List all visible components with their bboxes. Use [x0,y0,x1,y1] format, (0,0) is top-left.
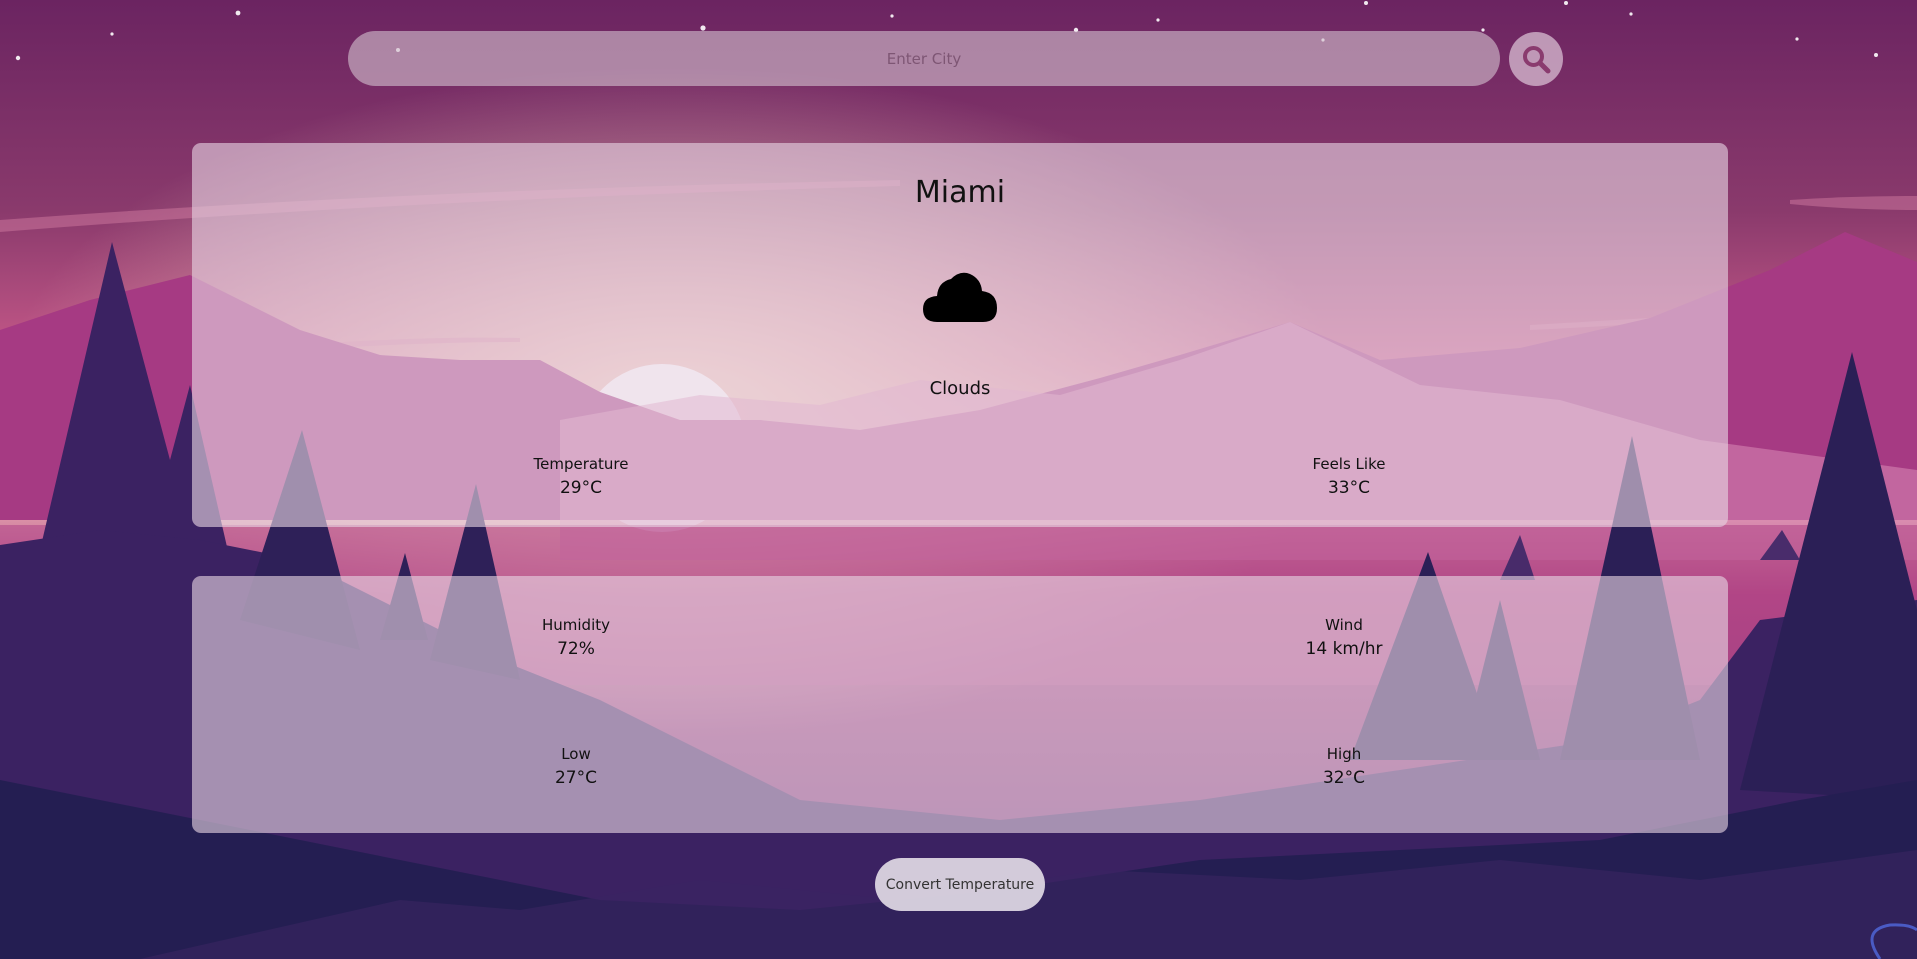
temperature-value: 29°C [559,478,602,498]
wind-value: 14 km/hr [1305,639,1383,659]
city-search-input[interactable] [348,30,1500,87]
high-label: High [1326,745,1362,763]
feels-like-value: 33°C [1327,478,1370,498]
weather-condition: Clouds [929,378,991,399]
humidity-label: Humidity [541,616,610,634]
temperature-stat: Temperature 29°C [431,454,731,500]
current-weather-card: Miami Clouds Temperature 29°C Feels Like… [192,143,1728,527]
low-value: 27°C [554,768,597,788]
search-icon [1523,46,1551,74]
city-name: Miami [914,175,1006,210]
humidity-value: 72% [557,639,595,659]
search-button[interactable] [1509,32,1563,86]
search-bar [348,30,1500,87]
temperature-label: Temperature [533,455,629,473]
low-stat: Low 27°C [426,744,726,790]
wind-stat: Wind 14 km/hr [1194,615,1494,661]
humidity-stat: Humidity 72% [426,615,726,661]
feels-like-label: Feels Like [1312,455,1386,473]
high-value: 32°C [1322,768,1365,788]
feels-like-stat: Feels Like 33°C [1199,454,1499,500]
convert-temperature-button[interactable]: Convert Temperature [875,858,1045,911]
cloud-icon [923,272,997,322]
low-label: Low [561,745,591,763]
weather-details-card: Humidity 72% Wind 14 km/hr Low 27°C High… [192,576,1728,833]
high-stat: High 32°C [1194,744,1494,790]
wind-label: Wind [1325,616,1363,634]
